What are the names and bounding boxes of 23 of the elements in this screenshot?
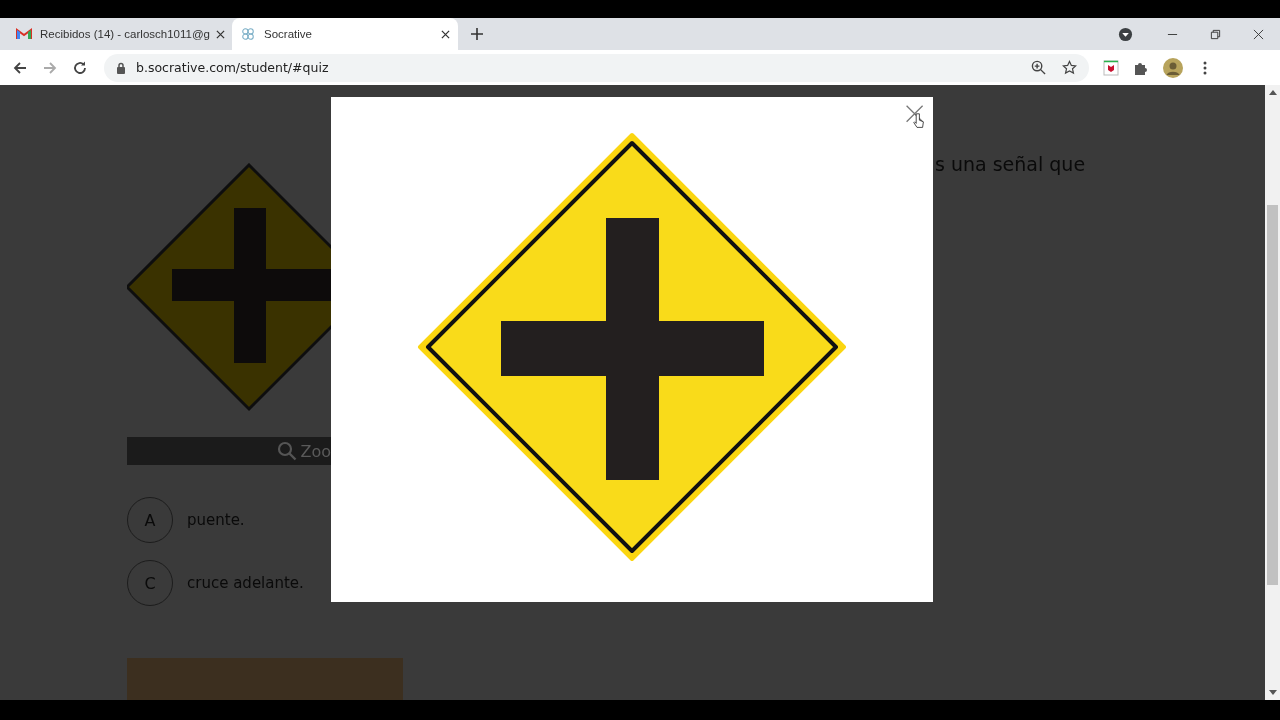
scrollbar[interactable] xyxy=(1265,85,1280,700)
lock-icon xyxy=(116,61,126,74)
new-tab-icon[interactable] xyxy=(471,28,483,40)
zoom-icon[interactable] xyxy=(1031,60,1046,75)
back-icon[interactable] xyxy=(12,59,28,76)
browser-tab[interactable]: Recibidos (14) - carlosch1011@g xyxy=(8,18,230,50)
avatar-icon[interactable] xyxy=(1163,57,1183,78)
restore-icon[interactable] xyxy=(1210,28,1221,40)
close-icon[interactable] xyxy=(216,29,225,39)
tab-search-icon[interactable] xyxy=(1118,26,1133,42)
scroll-down-icon[interactable] xyxy=(1268,690,1277,695)
star-icon[interactable] xyxy=(1062,60,1077,75)
scroll-up-icon[interactable] xyxy=(1268,90,1277,95)
zoom-bar[interactable]: Zoo xyxy=(127,437,331,465)
search-icon xyxy=(277,441,298,461)
mail-icon xyxy=(16,27,32,41)
address-field[interactable]: b.socrative.com/student/#quiz xyxy=(104,53,1089,82)
scrollbar-thumb[interactable] xyxy=(1267,205,1278,585)
reload-icon[interactable] xyxy=(72,59,88,76)
close-window-icon[interactable] xyxy=(1253,28,1264,40)
close-icon[interactable] xyxy=(441,29,450,39)
shield-icon[interactable] xyxy=(1103,59,1119,76)
browser-tab[interactable]: Socrative xyxy=(232,18,458,50)
